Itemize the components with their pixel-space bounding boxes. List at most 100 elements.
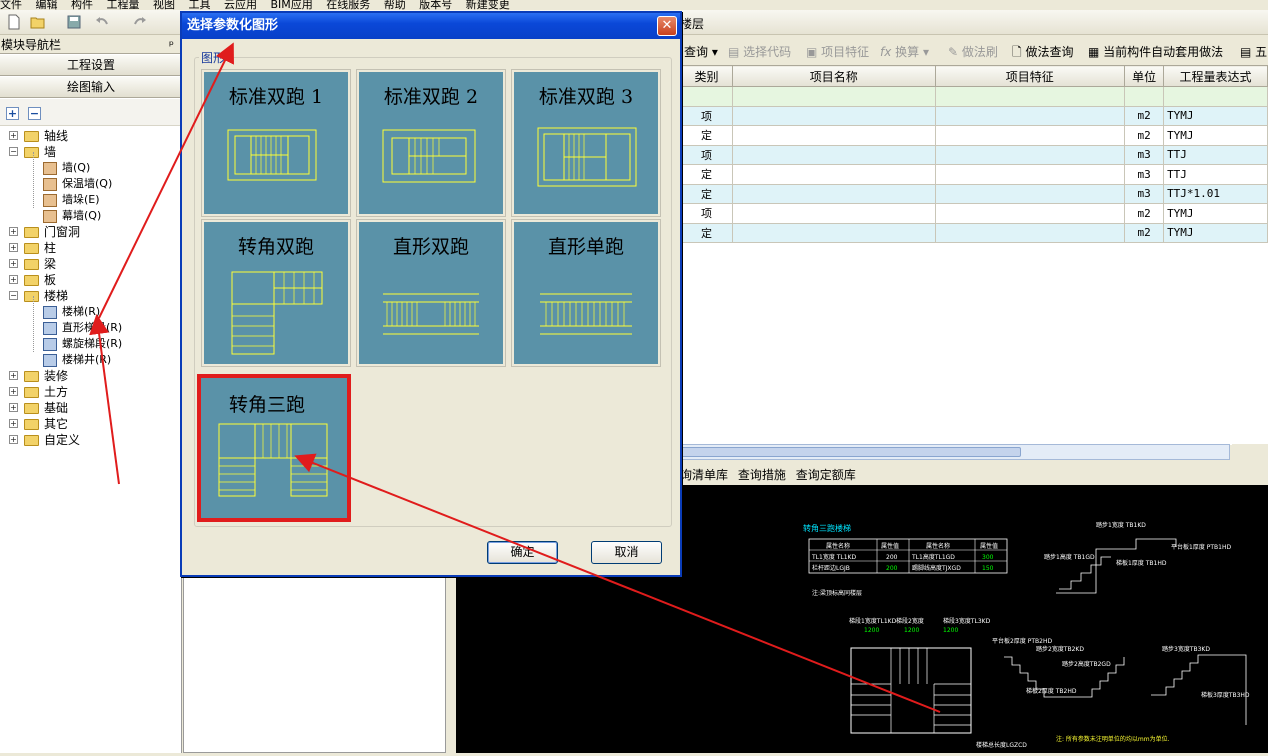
expand-all-icon[interactable]: + xyxy=(6,107,19,120)
table-row[interactable]: 定 m3 TTJ*1.01 xyxy=(680,183,1268,204)
menu-bim[interactable]: BIM应用 xyxy=(271,0,313,10)
cell-feature[interactable] xyxy=(934,86,1126,107)
tree-component-item[interactable]: 幕墙(Q) xyxy=(0,208,182,224)
table-row[interactable]: 定 m2 TYMJ xyxy=(680,222,1268,243)
select-code-button[interactable]: ▤ 选择代码 xyxy=(728,40,791,64)
cell-expression[interactable]: TYMJ xyxy=(1163,222,1268,243)
tree-folder-item[interactable]: − 墙 xyxy=(0,144,182,160)
cell-unit[interactable]: m3 xyxy=(1124,144,1165,165)
tree-component-item[interactable]: 墙(Q) xyxy=(0,160,182,176)
tree-folder-item[interactable]: − 楼梯 xyxy=(0,288,182,304)
expand-icon[interactable]: + xyxy=(9,259,18,268)
cell-category[interactable]: 定 xyxy=(680,183,733,204)
menu-new-change[interactable]: 新建变更 xyxy=(466,0,510,10)
menu-help[interactable]: 帮助 xyxy=(384,0,406,10)
shape-corner-triple[interactable]: 转角三跑 xyxy=(197,374,351,522)
table-row[interactable]: 定 m3 TTJ xyxy=(680,164,1268,185)
expand-icon[interactable]: + xyxy=(9,275,18,284)
redo-icon[interactable] xyxy=(132,14,148,30)
col-header-expression[interactable]: 工程量表达式 xyxy=(1163,65,1268,87)
drawing-input-button[interactable]: 绘图输入 xyxy=(0,77,182,98)
cell-feature[interactable] xyxy=(934,183,1126,204)
menu-quantity[interactable]: 工程量 xyxy=(107,0,140,10)
col-header-feature[interactable]: 项目特征 xyxy=(934,65,1126,87)
tree-folder-item[interactable]: + 门窗洞 xyxy=(0,224,182,240)
tree-component-item[interactable]: 保温墙(Q) xyxy=(0,176,182,192)
cell-name[interactable] xyxy=(731,105,936,126)
cancel-button[interactable]: 取消 xyxy=(591,541,662,564)
menu-tools[interactable]: 工具 xyxy=(189,0,211,10)
panel-splitter[interactable] xyxy=(446,577,456,753)
cell-category[interactable]: 项 xyxy=(680,144,733,165)
tab-query-quota[interactable]: 查询定额库 xyxy=(796,468,856,482)
expand-icon[interactable]: + xyxy=(9,371,18,380)
table-row[interactable]: 项 m3 TTJ xyxy=(680,144,1268,165)
menu-view[interactable]: 视图 xyxy=(153,0,175,10)
method-brush-button[interactable]: ✎ 做法刷 xyxy=(948,40,998,64)
shape-standard-double-2[interactable]: 标准双跑 2 xyxy=(356,69,506,217)
scroll-thumb[interactable] xyxy=(681,447,1021,457)
ok-button[interactable]: 确定 xyxy=(487,541,558,564)
menu-component[interactable]: 构件 xyxy=(71,0,93,10)
expand-icon[interactable]: + xyxy=(9,435,18,444)
table-row[interactable]: 项 m2 TYMJ xyxy=(680,203,1268,224)
horizontal-scrollbar[interactable] xyxy=(680,444,1230,460)
shape-straight-single[interactable]: 直形单跑 xyxy=(511,219,661,367)
tab-query-list[interactable]: 询清单库 xyxy=(680,468,728,482)
cell-feature[interactable] xyxy=(934,164,1126,185)
menu-cloud[interactable]: 云应用 xyxy=(224,0,257,10)
query-button[interactable]: 查询 ▾ xyxy=(684,40,718,64)
menu-file[interactable]: 文件 xyxy=(0,0,22,10)
undo-icon[interactable] xyxy=(94,14,110,30)
tree-folder-item[interactable]: + 其它 xyxy=(0,416,182,432)
cell-expression[interactable]: TTJ*1.01 xyxy=(1163,183,1268,204)
expand-icon[interactable]: + xyxy=(9,243,18,252)
tree-folder-item[interactable]: + 基础 xyxy=(0,400,182,416)
tree-component-item[interactable]: 墙垛(E) xyxy=(0,192,182,208)
expand-icon[interactable]: + xyxy=(9,131,18,140)
cell-name[interactable] xyxy=(731,144,936,165)
pin-icon[interactable]: ᵖ xyxy=(169,36,174,54)
menu-version[interactable]: 版本号 xyxy=(419,0,452,10)
more-button[interactable]: ▤ 五 xyxy=(1240,40,1267,64)
menu-edit[interactable]: 编辑 xyxy=(36,0,58,10)
table-row[interactable]: 定 m2 TYMJ xyxy=(680,125,1268,146)
collapse-icon[interactable]: − xyxy=(9,147,18,156)
cell-feature[interactable] xyxy=(934,203,1126,224)
shape-straight-double[interactable]: 直形双跑 xyxy=(356,219,506,367)
cell-expression[interactable] xyxy=(1163,86,1268,107)
cell-category[interactable]: 定 xyxy=(680,222,733,243)
col-header-name[interactable]: 项目名称 xyxy=(731,65,936,87)
cell-name[interactable] xyxy=(731,203,936,224)
cell-feature[interactable] xyxy=(934,105,1126,126)
expand-icon[interactable]: + xyxy=(9,227,18,236)
col-header-unit[interactable]: 单位 xyxy=(1124,65,1165,87)
collapse-icon[interactable]: − xyxy=(9,291,18,300)
cell-expression[interactable]: TYMJ xyxy=(1163,105,1268,126)
cell-name[interactable] xyxy=(731,125,936,146)
new-file-icon[interactable] xyxy=(6,14,22,30)
cell-name[interactable] xyxy=(731,183,936,204)
expand-icon[interactable]: + xyxy=(9,403,18,412)
tree-folder-item[interactable]: + 轴线 xyxy=(0,128,182,144)
tree-component-item[interactable]: 楼梯(R) xyxy=(0,304,182,320)
close-icon[interactable]: ✕ xyxy=(657,16,677,36)
cell-unit[interactable]: m3 xyxy=(1124,164,1165,185)
cell-name[interactable] xyxy=(731,222,936,243)
tree-component-item[interactable]: 直形梯段(R) xyxy=(0,320,182,336)
tree-component-item[interactable]: 楼梯井(R) xyxy=(0,352,182,368)
tree-folder-item[interactable]: + 柱 xyxy=(0,240,182,256)
expand-icon[interactable]: + xyxy=(9,419,18,428)
col-header-category[interactable]: 类别 xyxy=(680,65,733,87)
save-icon[interactable] xyxy=(66,14,82,30)
tree-folder-item[interactable]: + 土方 xyxy=(0,384,182,400)
cell-unit[interactable]: m3 xyxy=(1124,183,1165,204)
convert-button[interactable]: fx 换算 ▾ xyxy=(880,40,929,64)
cell-feature[interactable] xyxy=(934,222,1126,243)
tree-component-item[interactable]: 螺旋梯段(R) xyxy=(0,336,182,352)
cell-category[interactable]: 定 xyxy=(680,164,733,185)
cell-category[interactable]: 项 xyxy=(680,105,733,126)
tree-folder-item[interactable]: + 装修 xyxy=(0,368,182,384)
cell-category[interactable]: 项 xyxy=(680,203,733,224)
tree-folder-item[interactable]: + 板 xyxy=(0,272,182,288)
